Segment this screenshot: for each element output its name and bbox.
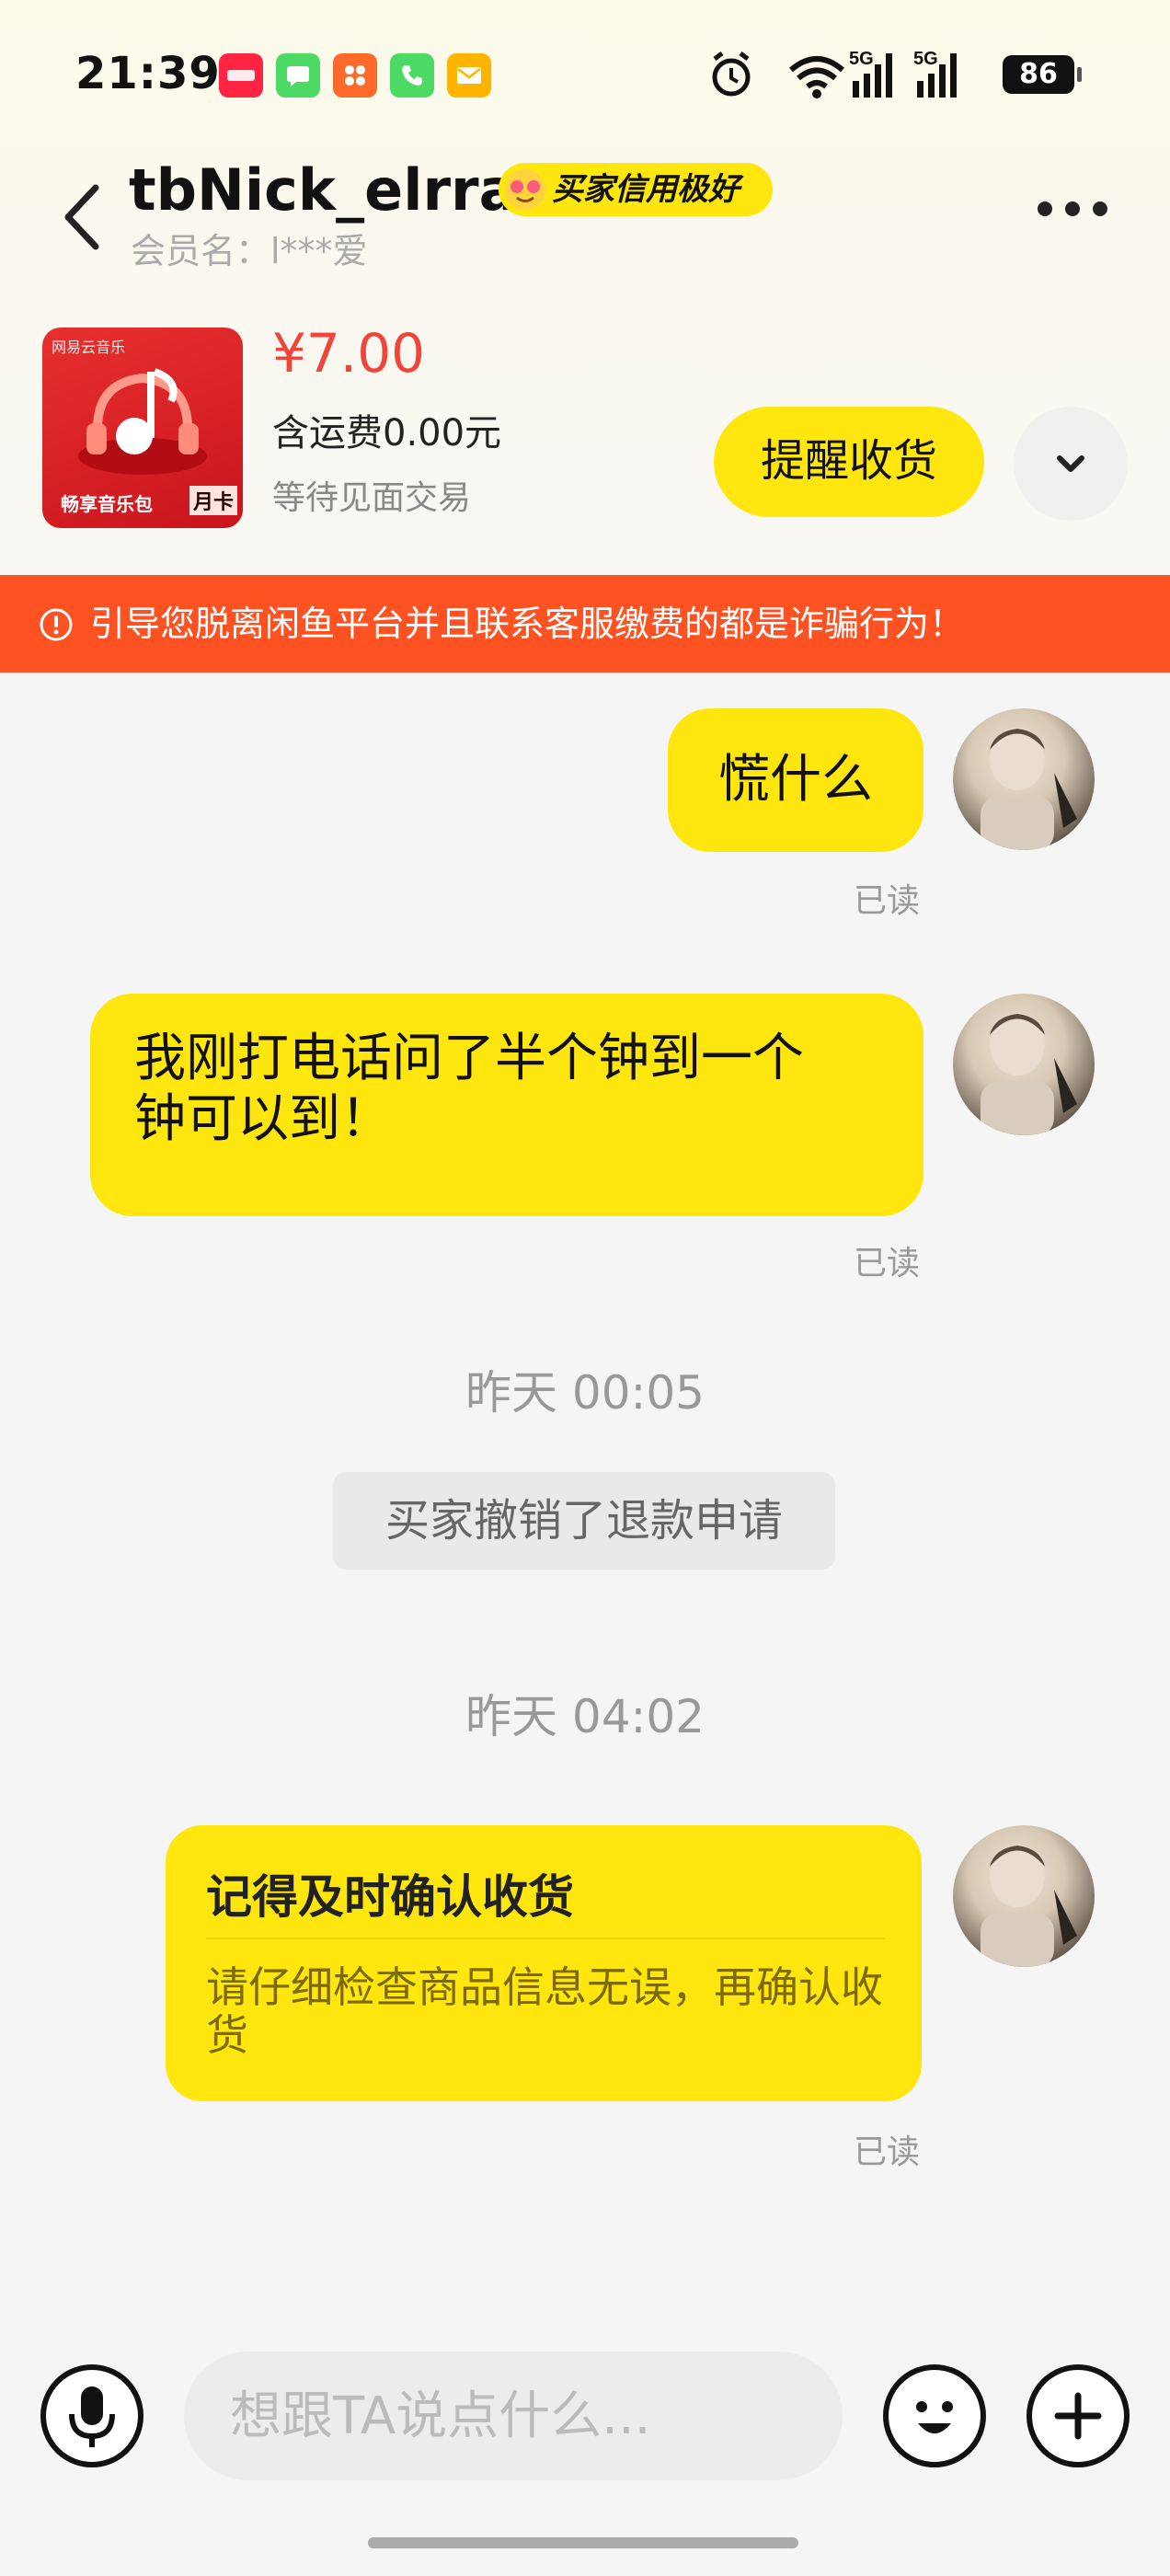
avatar-image — [981, 1845, 1077, 1967]
home-indicator[interactable] — [368, 2537, 798, 2548]
credit-badge[interactable]: 买家信用极好 — [499, 163, 773, 216]
avatar-image — [981, 728, 1077, 850]
card-divider — [206, 1938, 885, 1939]
emoji-button[interactable] — [883, 2364, 986, 2467]
status-indicators: 5G 5G 86 — [704, 46, 1082, 103]
avatar[interactable] — [953, 1825, 1095, 1967]
card-title: 记得及时确认收货 — [206, 1870, 574, 1924]
card-body: 请仔细检查商品信息无误，再确认收货 — [206, 1962, 883, 2060]
timestamp: 昨天 04:02 — [465, 1690, 705, 1743]
smiling-face-icon — [505, 169, 545, 210]
more-dot-icon — [1065, 201, 1080, 216]
battery-indicator: 86 — [1003, 55, 1082, 94]
system-notice: 买家撤销了退款申请 — [333, 1472, 835, 1570]
status-time: 21:39 — [75, 48, 221, 99]
timestamp: 昨天 00:05 — [465, 1366, 705, 1420]
product-card: 网易云音乐 畅享音乐包 月卡 ¥7.00 含运费0.00元 等待见面交易 提醒收… — [0, 322, 1170, 534]
member-name: 会员名：l***爱 — [131, 231, 368, 271]
chevron-down-icon — [1057, 455, 1084, 472]
microphone-icon — [69, 2386, 115, 2447]
svg-text:5G: 5G — [913, 49, 938, 69]
read-receipt: 已读 — [854, 1245, 921, 1282]
message-text-line: 钟可以到！ — [134, 1089, 392, 1149]
chat-header: tbNick_elrra 买家信用极好 会员名：l***爱 — [0, 147, 1170, 276]
message-input[interactable] — [184, 2352, 843, 2480]
more-actions-button[interactable] — [1027, 2364, 1130, 2467]
alert-circle-icon — [40, 608, 73, 641]
plus-icon — [1054, 2392, 1102, 2440]
avatar[interactable] — [953, 994, 1095, 1135]
chevron-left-icon — [64, 184, 99, 250]
more-options-button[interactable] — [1038, 195, 1117, 223]
mail-icon — [447, 53, 491, 98]
contact-nickname[interactable]: tbNick_elrra — [129, 156, 517, 224]
messages-icon — [276, 53, 320, 98]
phone-icon — [390, 53, 434, 98]
app-store-icon — [333, 53, 377, 98]
message-bubble[interactable]: 我刚打电话问了半个钟到一个 钟可以到！ — [90, 994, 923, 1216]
expand-button[interactable] — [1014, 407, 1128, 521]
status-bar: 21:39 5G 5G 86 — [0, 0, 1170, 147]
more-dot-icon — [1038, 201, 1052, 216]
xiaohongshu-icon — [219, 53, 263, 98]
confirm-receipt-card[interactable]: 记得及时确认收货 请仔细检查商品信息无误，再确认收货 — [166, 1825, 922, 2101]
voice-input-button[interactable] — [40, 2364, 143, 2467]
alarm-icon — [712, 52, 751, 97]
emoji-icon — [916, 2401, 953, 2433]
svg-text:5G: 5G — [849, 49, 874, 69]
product-thumbnail[interactable]: 网易云音乐 畅享音乐包 月卡 — [42, 328, 243, 528]
message-bubble[interactable]: 慌什么 — [668, 708, 923, 852]
thumb-title: 畅享音乐包 — [61, 493, 153, 515]
back-button[interactable] — [55, 175, 110, 258]
notification-icons — [219, 53, 491, 98]
product-price: ¥7.00 — [272, 322, 426, 385]
trade-status: 等待见面交易 — [272, 479, 472, 517]
cellular-signal-2-icon: 5G — [913, 49, 957, 98]
shipping-info: 含运费0.00元 — [272, 412, 502, 454]
remind-receipt-button[interactable]: 提醒收货 — [714, 407, 984, 517]
more-dot-icon — [1093, 201, 1107, 216]
wifi-icon — [789, 56, 844, 98]
credit-badge-label: 买家信用极好 — [552, 171, 740, 208]
message-text-line: 我刚打电话问了半个钟到一个 — [134, 1029, 804, 1088]
avatar[interactable] — [953, 708, 1095, 850]
fraud-warning-banner: 引导您脱离闲鱼平台并且联系客服缴费的都是诈骗行为！ — [0, 575, 1170, 673]
cellular-signal-icon: 5G — [849, 49, 892, 98]
thumb-badge: 月卡 — [189, 486, 237, 515]
read-receipt: 已读 — [854, 882, 921, 920]
read-receipt: 已读 — [854, 2133, 921, 2171]
fraud-warning-text: 引导您脱离闲鱼平台并且联系客服缴费的都是诈骗行为！ — [90, 604, 965, 644]
message-text: 慌什么 — [718, 750, 873, 810]
avatar-image — [981, 1013, 1077, 1135]
